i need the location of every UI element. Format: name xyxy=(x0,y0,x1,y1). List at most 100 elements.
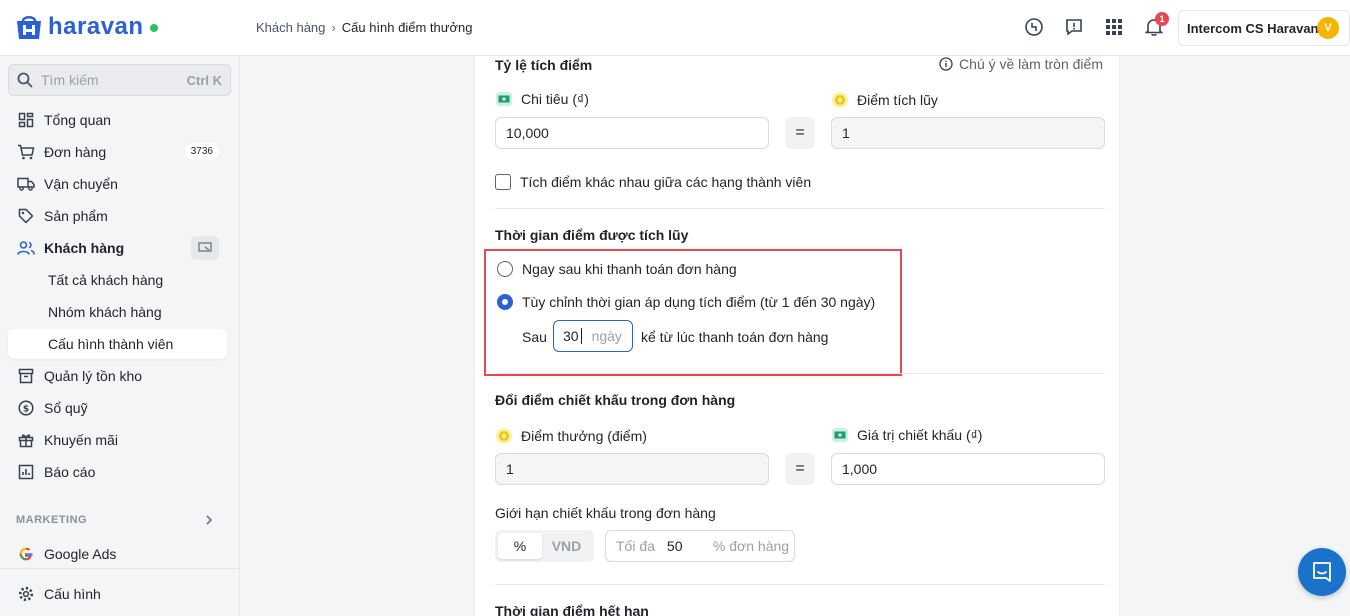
dashboard-icon xyxy=(16,110,36,130)
sidebar-item-label: Nhóm khách hàng xyxy=(48,304,162,320)
account-menu[interactable]: Intercom CS Haravan V xyxy=(1178,10,1350,46)
search-box[interactable]: Tìm kiếm Ctrl K xyxy=(8,64,231,96)
avatar: V xyxy=(1317,17,1339,39)
notification-badge: 1 xyxy=(1155,12,1169,26)
cash-icon xyxy=(495,91,513,107)
sidebar-item-label: Tổng quan xyxy=(44,112,111,128)
limit-unit-toggle: % VND xyxy=(495,530,594,562)
redeem-points-input: 1 xyxy=(495,453,769,485)
chat-launcher-button[interactable] xyxy=(1298,548,1346,596)
archive-icon xyxy=(16,366,36,386)
sidebar-item-orders[interactable]: Đơn hàng 3736 xyxy=(8,137,227,167)
store-icon xyxy=(17,16,41,39)
limit-unit-percent[interactable]: % xyxy=(498,533,542,559)
chevron-right-icon[interactable] xyxy=(203,513,215,529)
sidebar-item-label: Cấu hình xyxy=(44,586,101,602)
coin-icon xyxy=(495,427,513,445)
after-suffix: kể từ lúc thanh toán đơn hàng xyxy=(641,329,829,345)
breadcrumb-parent[interactable]: Khách hàng xyxy=(256,20,325,35)
sidebar-item-label: Google Ads xyxy=(44,546,117,562)
cash-icon xyxy=(831,427,849,443)
section-divider xyxy=(495,584,1105,585)
accrual-rate-title: Tỷ lệ tích điểm xyxy=(495,57,593,73)
users-icon xyxy=(16,238,36,258)
discount-value-label: Giá trị chiết khấu (₫) xyxy=(831,427,982,443)
account-name: Intercom CS Haravan xyxy=(1187,20,1319,36)
days-input[interactable]: 30 ngày xyxy=(553,320,633,352)
chat-icon xyxy=(1313,562,1331,582)
sidebar-item-customers[interactable]: Khách hàng xyxy=(8,233,227,263)
discount-limit-title: Giới hạn chiết khấu trong đơn hàng xyxy=(495,505,716,521)
open-in-window-button[interactable] xyxy=(191,236,219,260)
after-label: Sau xyxy=(522,329,547,345)
chart-icon xyxy=(16,462,36,482)
svg-text:$: $ xyxy=(23,405,29,415)
breadcrumb-separator: › xyxy=(331,20,336,35)
apps-grid-icon[interactable] xyxy=(1103,16,1125,38)
coin-icon xyxy=(831,91,849,109)
equals-sign: = xyxy=(785,453,815,485)
sidebar-item-settings[interactable]: Cấu hình xyxy=(8,579,227,609)
limit-suffix: % đơn hàng xyxy=(712,538,790,554)
sidebar-item-overview[interactable]: Tổng quan xyxy=(8,105,227,135)
tier-points-checkbox[interactable] xyxy=(495,174,511,190)
rounding-note-link[interactable]: Chú ý về làm tròn điểm xyxy=(939,56,1103,72)
orders-count-badge: 3736 xyxy=(184,143,219,160)
sidebar-item-label: Sổ quỹ xyxy=(44,400,88,416)
sidebar-item-products[interactable]: Sản phẩm xyxy=(8,201,227,231)
feedback-icon[interactable] xyxy=(1063,16,1085,38)
redeem-points-value: 1 xyxy=(506,461,514,477)
redeem-points-label: Điểm thưởng (điểm) xyxy=(495,427,647,445)
sidebar-item-label: Báo cáo xyxy=(44,464,96,480)
sidebar-item-promotions[interactable]: Khuyến mãi xyxy=(8,425,227,455)
sidebar-item-label: Tất cả khách hàng xyxy=(48,272,164,288)
info-icon xyxy=(939,57,953,71)
sidebar-item-shipping[interactable]: Vận chuyển xyxy=(8,169,227,199)
immediate-radio[interactable] xyxy=(497,261,513,277)
sidebar-item-label: Sản phẩm xyxy=(44,208,108,224)
breadcrumb: Khách hàng › Cấu hình điểm thưởng xyxy=(256,20,472,35)
points-input: 1 xyxy=(831,117,1105,149)
tag-icon xyxy=(16,206,36,226)
marketing-section-label: MARKETING xyxy=(16,514,88,526)
limit-unit-vnd[interactable]: VND xyxy=(542,533,591,559)
sidebar-item-customer-groups[interactable]: Nhóm khách hàng xyxy=(8,297,227,327)
limit-prefix: Tối đa xyxy=(616,538,655,554)
cart-icon xyxy=(16,142,36,162)
monitor-icon xyxy=(198,242,212,252)
top-header: haravan Khách hàng › Cấu hình điểm thưởn… xyxy=(0,0,1350,56)
gear-icon xyxy=(16,584,36,604)
sidebar-item-all-customers[interactable]: Tất cả khách hàng xyxy=(8,265,227,295)
support-icon[interactable] xyxy=(1023,16,1045,38)
points-label: Điểm tích lũy xyxy=(831,91,938,109)
spend-label: Chi tiêu (₫) xyxy=(495,91,589,107)
rounding-note-text: Chú ý về làm tròn điểm xyxy=(959,56,1103,72)
sidebar-divider xyxy=(0,568,240,569)
brand-logo[interactable]: haravan xyxy=(14,13,158,41)
spend-input[interactable]: 10,000 xyxy=(495,117,769,149)
sidebar-item-reports[interactable]: Báo cáo xyxy=(8,457,227,487)
truck-icon xyxy=(16,174,36,194)
sidebar-item-inventory[interactable]: Quản lý tồn kho xyxy=(8,361,227,391)
expiry-title: Thời gian điểm hết hạn xyxy=(495,603,649,616)
loyalty-settings-panel: Tỷ lệ tích điểm Chú ý về làm tròn điểm C… xyxy=(474,56,1120,616)
custom-time-radio[interactable] xyxy=(497,294,513,310)
section-divider xyxy=(495,208,1105,209)
sidebar-item-label: Khách hàng xyxy=(44,240,125,256)
spend-label-text: Chi tiêu (₫) xyxy=(521,91,589,107)
sidebar-item-label: Khuyến mãi xyxy=(44,432,118,448)
search-placeholder: Tìm kiếm xyxy=(41,72,99,88)
days-value: 30 xyxy=(563,328,582,344)
section-divider xyxy=(495,373,1105,374)
discount-value-input[interactable]: 1,000 xyxy=(831,453,1105,485)
accrual-time-title: Thời gian điểm được tích lũy xyxy=(495,227,689,243)
sidebar-item-cashbook[interactable]: $ Sổ quỹ xyxy=(8,393,227,423)
sidebar-item-google-ads[interactable]: Google Ads xyxy=(8,539,227,569)
limit-max-input[interactable]: Tối đa 50 % đơn hàng xyxy=(605,530,795,562)
sidebar-item-membership-config[interactable]: Cấu hình thành viên xyxy=(8,329,227,359)
redeem-points-label-text: Điểm thưởng (điểm) xyxy=(521,428,647,444)
sidebar-item-label: Cấu hình thành viên xyxy=(48,336,174,352)
points-label-text: Điểm tích lũy xyxy=(857,92,938,108)
sidebar-item-label: Quản lý tồn kho xyxy=(44,368,143,384)
spend-value: 10,000 xyxy=(506,125,549,141)
